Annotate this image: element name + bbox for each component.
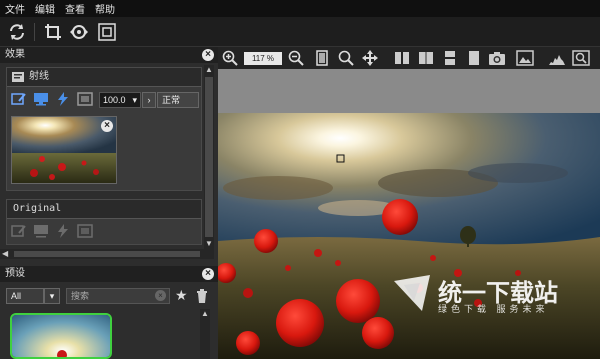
menu-bar: 文件 编辑 查看 帮助 xyxy=(0,0,600,17)
preset-filter-value: All xyxy=(11,291,22,301)
preset-search-input[interactable]: 搜索 × xyxy=(66,288,170,304)
effect-card-original: Original xyxy=(6,199,202,245)
split-compare-icon[interactable] xyxy=(418,50,434,66)
presets-scroll-up-icon[interactable]: ▲ xyxy=(200,309,210,319)
toolbar-divider xyxy=(34,23,35,41)
trash-icon[interactable] xyxy=(196,289,208,308)
fit-page-icon[interactable] xyxy=(314,50,330,66)
close-icon[interactable]: × xyxy=(202,49,214,61)
opacity-field[interactable]: 100.0 ▾ xyxy=(99,92,141,108)
effects-hscrollbar[interactable]: ◀ xyxy=(0,249,214,259)
monitor-icon-disabled xyxy=(33,224,49,238)
clear-search-icon[interactable]: × xyxy=(155,290,166,301)
main-toolbar xyxy=(0,17,600,47)
chevron-right-icon[interactable]: › xyxy=(142,92,156,108)
scroll-down-icon[interactable]: ▼ xyxy=(204,239,214,249)
crop-icon[interactable] xyxy=(42,21,64,43)
effect-card-rays: 射线 100.0 ▾ › 正常 × xyxy=(6,67,202,191)
lightning-icon-disabled xyxy=(55,224,71,238)
effect-settings-icon[interactable] xyxy=(11,70,27,84)
image-canvas[interactable]: 统一下载站 绿色下载 服务未来 xyxy=(218,113,600,359)
viewer-toolbar: 117 % xyxy=(218,47,600,69)
star-icon[interactable]: ★ xyxy=(175,287,188,304)
menu-help[interactable]: 帮助 xyxy=(90,1,120,16)
scroll-left-icon[interactable]: ◀ xyxy=(2,249,8,258)
landscape-photo xyxy=(218,113,600,359)
effects-panel-title: 效果 xyxy=(5,49,25,60)
effect-name: 射线 xyxy=(29,71,49,82)
zoom-out-icon[interactable] xyxy=(288,50,304,66)
effects-panel-header: 效果 × xyxy=(0,47,218,63)
search-icon[interactable] xyxy=(338,50,354,66)
left-panel: 效果 × 射线 100.0 ▾ › 正常 × Original ▲ ▼ ◀ 预设… xyxy=(0,47,218,359)
split-vertical-icon[interactable] xyxy=(394,50,410,66)
camera-icon[interactable] xyxy=(488,50,505,66)
original-name: Original xyxy=(13,203,62,214)
zoom-in-icon[interactable] xyxy=(222,50,238,66)
blend-mode-select[interactable]: 正常 xyxy=(157,92,199,108)
monitor-icon[interactable] xyxy=(33,92,49,106)
zoom-level-field[interactable]: 117 % xyxy=(244,52,282,65)
mask-icon-disabled xyxy=(77,224,93,238)
original-title-bar[interactable]: Original xyxy=(7,200,201,219)
remove-effect-icon[interactable]: × xyxy=(101,120,113,132)
effects-scrollbar[interactable]: ▲ ▼ xyxy=(204,65,214,249)
scroll-up-icon[interactable]: ▲ xyxy=(204,65,214,75)
chevron-down-icon: ▾ xyxy=(132,95,137,105)
preset-search-placeholder: 搜索 xyxy=(71,291,90,301)
zoom-level-value: 117 % xyxy=(251,54,275,63)
hscroll-thumb[interactable] xyxy=(14,251,200,257)
blend-mode-value: 正常 xyxy=(162,95,181,105)
menu-view[interactable]: 查看 xyxy=(60,1,90,16)
single-view-icon[interactable] xyxy=(466,50,482,66)
split-horizontal-icon[interactable] xyxy=(442,50,458,66)
canvas-padding xyxy=(218,69,600,113)
effect-thumbnail[interactable]: × xyxy=(11,116,117,184)
navigator-icon[interactable] xyxy=(572,50,590,66)
histogram-icon[interactable] xyxy=(548,50,565,66)
opacity-value: 100.0 xyxy=(103,95,126,105)
pan-icon[interactable] xyxy=(362,50,378,66)
image-compare-icon[interactable] xyxy=(516,50,534,66)
menu-edit[interactable]: 编辑 xyxy=(30,1,60,16)
effect-title-bar[interactable]: 射线 xyxy=(7,68,201,87)
mask-icon[interactable] xyxy=(77,92,93,106)
preset-filter-select[interactable]: All xyxy=(6,288,44,304)
presets-scrollbar[interactable]: ▲ xyxy=(200,309,210,359)
watermark-logo xyxy=(392,273,432,313)
presets-panel-title: 预设 xyxy=(5,268,25,279)
scroll-thumb[interactable] xyxy=(205,77,213,237)
preset-thumbnail[interactable] xyxy=(10,313,112,359)
chevron-down-icon[interactable]: ▾ xyxy=(44,288,60,304)
refresh-icon[interactable] xyxy=(6,21,28,43)
menu-file[interactable]: 文件 xyxy=(0,1,30,16)
edit-mask-icon-disabled xyxy=(11,224,27,238)
watermark-subtext: 绿色下载 服务未来 xyxy=(438,304,549,314)
edit-mask-icon[interactable] xyxy=(11,92,27,106)
lightning-icon[interactable] xyxy=(55,92,71,106)
rotate-icon[interactable] xyxy=(68,21,90,43)
close-presets-icon[interactable]: × xyxy=(202,268,214,280)
presets-panel-header: 预设 × xyxy=(0,266,218,282)
fit-icon[interactable] xyxy=(96,21,118,43)
